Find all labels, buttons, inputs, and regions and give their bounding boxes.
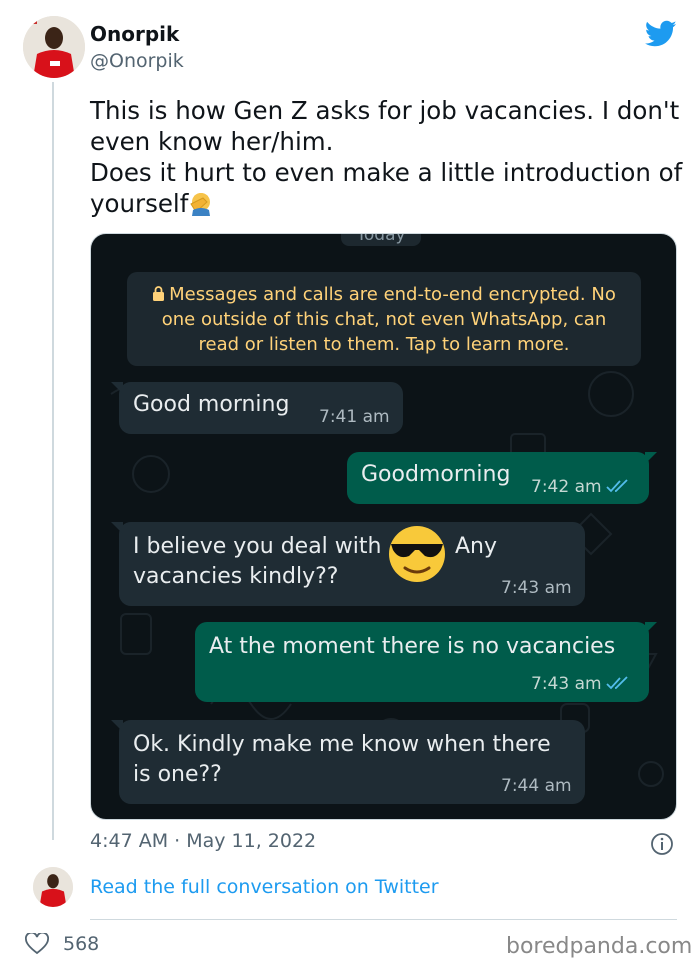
- bubble-tail: [111, 522, 123, 534]
- tweet-timestamp[interactable]: 4:47 AM · May 11, 2022: [90, 830, 316, 852]
- message-time: 7:43 am: [531, 674, 632, 694]
- whatsapp-screenshot[interactable]: Today Messages and calls are end-to-end …: [90, 233, 677, 820]
- message-bubble-incoming[interactable]: I believe you deal with Any vacancies ki…: [111, 522, 585, 606]
- read-conversation-link[interactable]: Read the full conversation on Twitter: [90, 876, 439, 898]
- message-text: At the moment there is no vacancies: [209, 634, 616, 659]
- message-text-part-a: Ok. Kindly make me know when there: [133, 732, 551, 757]
- author-handle[interactable]: @Onorpik: [90, 50, 184, 72]
- info-icon[interactable]: [650, 832, 674, 856]
- like-count[interactable]: 568: [63, 933, 99, 955]
- date-chip: Today: [341, 234, 421, 246]
- double-check-icon: [605, 676, 628, 690]
- message-time: 7:42 am: [531, 477, 632, 497]
- reply-avatar[interactable]: [33, 867, 73, 907]
- message-bubble-incoming[interactable]: Good morning 7:41 am: [111, 382, 403, 434]
- heart-icon[interactable]: [25, 933, 49, 955]
- message-time: 7:44 am: [501, 776, 572, 796]
- author-name[interactable]: Onorpik: [90, 22, 179, 46]
- encryption-text: Messages and calls are end-to-end encryp…: [161, 284, 616, 355]
- message-time-label: 7:43 am: [531, 674, 602, 694]
- message-text: Goodmorning: [361, 462, 511, 487]
- sunglasses-emoji-icon: [389, 526, 445, 582]
- message-time: 7:41 am: [319, 407, 390, 427]
- message-text-part-b: Any: [455, 534, 498, 559]
- message-bubble-outgoing[interactable]: Goodmorning 7:42 am: [347, 452, 657, 504]
- double-check-icon: [605, 479, 628, 493]
- message-time: 7:43 am: [501, 578, 572, 598]
- lock-icon: [153, 286, 165, 301]
- bubble-tail: [111, 382, 123, 394]
- tweet-line-1: This is how Gen Z asks for job vacancies…: [90, 96, 680, 156]
- tweet-line-2-text: Does it hurt to even make a little intro…: [90, 158, 683, 218]
- encryption-notice[interactable]: Messages and calls are end-to-end encryp…: [127, 272, 641, 366]
- message-text: Good morning: [133, 392, 290, 417]
- divider: [90, 919, 677, 920]
- author-avatar[interactable]: [23, 16, 85, 78]
- bubble-tail: [111, 720, 123, 732]
- bubble-tail: [645, 622, 657, 634]
- thread-line: [52, 82, 54, 840]
- message-bubble-outgoing[interactable]: At the moment there is no vacancies 7:43…: [195, 622, 657, 702]
- tweet-text: This is how Gen Z asks for job vacancies…: [90, 95, 690, 219]
- tweet-card: Onorpik @Onorpik This is how Gen Z asks …: [0, 0, 700, 973]
- message-text-part-b: is one??: [133, 762, 222, 787]
- bubble-tail: [645, 452, 657, 464]
- message-bubble-incoming[interactable]: Ok. Kindly make me know when there is on…: [111, 720, 585, 804]
- tweet-line-2: Does it hurt to even make a little intro…: [90, 157, 690, 219]
- message-time-label: 7:42 am: [531, 477, 602, 497]
- facepalm-emoji-icon: [190, 193, 211, 216]
- twitter-bird-icon[interactable]: [645, 20, 677, 48]
- watermark: boredpanda.com: [506, 934, 693, 959]
- message-text-part-a: I believe you deal with: [133, 534, 382, 559]
- message-text-part-c: vacancies kindly??: [133, 564, 339, 589]
